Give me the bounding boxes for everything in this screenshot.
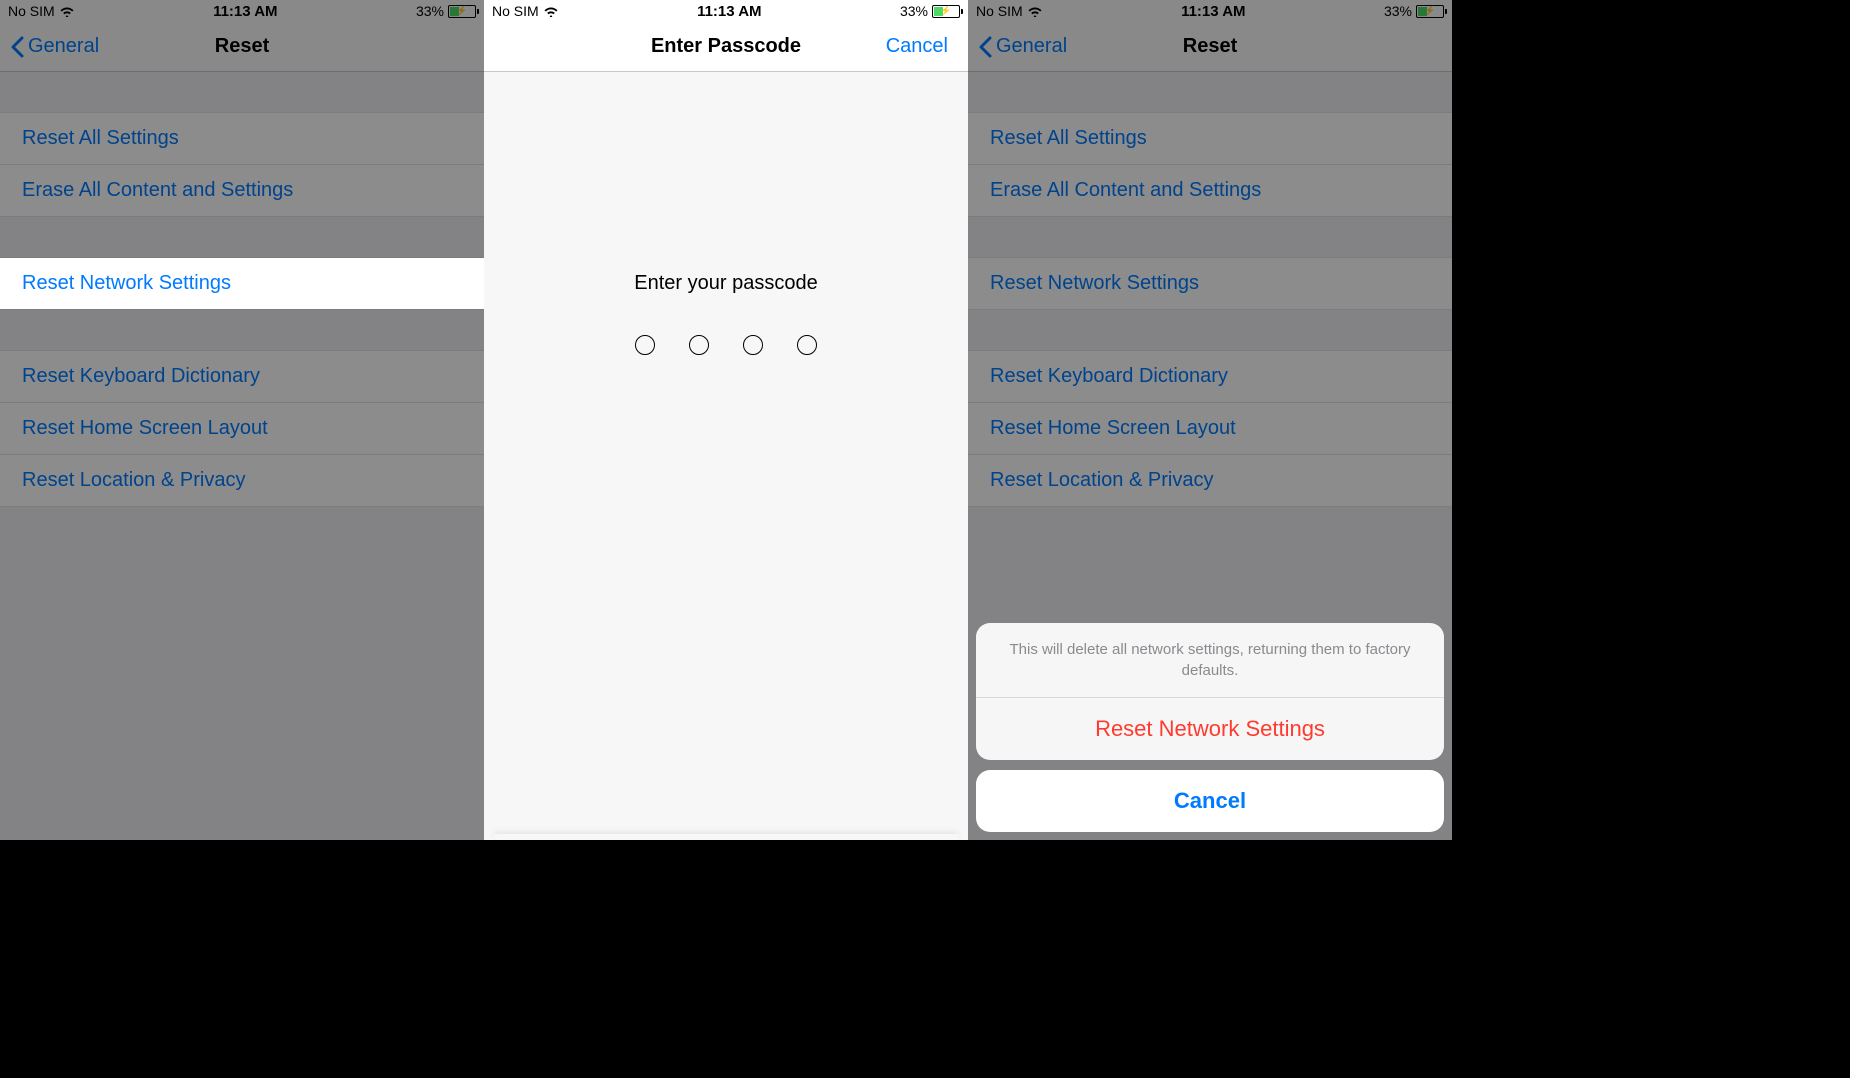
row-reset-keyboard[interactable]: Reset Keyboard Dictionary	[968, 351, 1452, 403]
passcode-body: Enter your passcode	[484, 72, 968, 840]
status-time: 11:13 AM	[697, 3, 761, 20]
row-erase-all[interactable]: Erase All Content and Settings	[968, 165, 1452, 216]
wifi-icon	[59, 5, 75, 17]
battery-icon: ⚡	[1416, 5, 1444, 18]
nav-bar: Enter Passcode Cancel	[484, 22, 968, 72]
row-reset-network-highlighted[interactable]: Reset Network Settings	[0, 258, 484, 309]
battery-icon: ⚡	[932, 5, 960, 18]
reset-group-1: Reset All Settings Erase All Content and…	[968, 112, 1452, 217]
status-bar: No SIM 11:13 AM 33% ⚡	[484, 0, 968, 22]
panel-reset-confirm: No SIM 11:13 AM 33% ⚡ General Reset Rese…	[968, 0, 1452, 840]
reset-group-2: Reset Network Settings	[968, 257, 1452, 310]
row-reset-home[interactable]: Reset Home Screen Layout	[968, 403, 1452, 455]
battery-icon: ⚡	[448, 5, 476, 18]
reset-group-3: Reset Keyboard Dictionary Reset Home Scr…	[968, 350, 1452, 507]
action-sheet: This will delete all network settings, r…	[968, 615, 1452, 840]
status-battery-pct: 33%	[416, 3, 444, 19]
reset-group-3: Reset Keyboard Dictionary Reset Home Scr…	[0, 350, 484, 507]
passcode-prompt: Enter your passcode	[634, 272, 817, 295]
nav-back-label: General	[28, 35, 99, 58]
status-time: 11:13 AM	[213, 3, 277, 20]
row-reset-network[interactable]: Reset Network Settings	[968, 258, 1452, 309]
chevron-left-icon	[10, 36, 24, 58]
panel-enter-passcode: No SIM 11:13 AM 33% ⚡ Enter Passcode Can…	[484, 0, 968, 840]
passcode-dot	[689, 335, 709, 355]
status-battery-pct: 33%	[900, 3, 928, 19]
reset-group-2: Reset Network Settings	[0, 257, 484, 310]
action-sheet-message: This will delete all network settings, r…	[976, 623, 1444, 698]
row-reset-keyboard[interactable]: Reset Keyboard Dictionary	[0, 351, 484, 403]
row-reset-all-settings[interactable]: Reset All Settings	[0, 113, 484, 165]
action-sheet-destructive-button[interactable]: Reset Network Settings	[976, 698, 1444, 760]
passcode-dot	[635, 335, 655, 355]
panel-reset-highlighted: No SIM 11:13 AM 33% ⚡ General Reset Rese…	[0, 0, 484, 840]
row-erase-all[interactable]: Erase All Content and Settings	[0, 165, 484, 216]
row-reset-location[interactable]: Reset Location & Privacy	[0, 455, 484, 506]
action-sheet-cancel-button[interactable]: Cancel	[976, 770, 1444, 832]
row-reset-location[interactable]: Reset Location & Privacy	[968, 455, 1452, 506]
row-reset-home[interactable]: Reset Home Screen Layout	[0, 403, 484, 455]
status-carrier: No SIM	[8, 3, 55, 19]
passcode-dots[interactable]	[635, 335, 817, 355]
cancel-button[interactable]: Cancel	[886, 35, 948, 58]
wifi-icon	[1027, 5, 1043, 17]
status-carrier: No SIM	[492, 3, 539, 19]
nav-back-label: General	[996, 35, 1067, 58]
status-bar: No SIM 11:13 AM 33% ⚡	[968, 0, 1452, 22]
status-carrier: No SIM	[976, 3, 1023, 19]
reset-group-1: Reset All Settings Erase All Content and…	[0, 112, 484, 217]
passcode-dot	[743, 335, 763, 355]
nav-bar: General Reset	[968, 22, 1452, 72]
nav-bar: General Reset	[0, 22, 484, 72]
status-time: 11:13 AM	[1181, 3, 1245, 20]
passcode-dot	[797, 335, 817, 355]
status-bar: No SIM 11:13 AM 33% ⚡	[0, 0, 484, 22]
wifi-icon	[543, 5, 559, 17]
row-reset-all-settings[interactable]: Reset All Settings	[968, 113, 1452, 165]
chevron-left-icon	[978, 36, 992, 58]
nav-back-button[interactable]: General	[0, 35, 99, 58]
nav-back-button[interactable]: General	[968, 35, 1067, 58]
status-battery-pct: 33%	[1384, 3, 1412, 19]
